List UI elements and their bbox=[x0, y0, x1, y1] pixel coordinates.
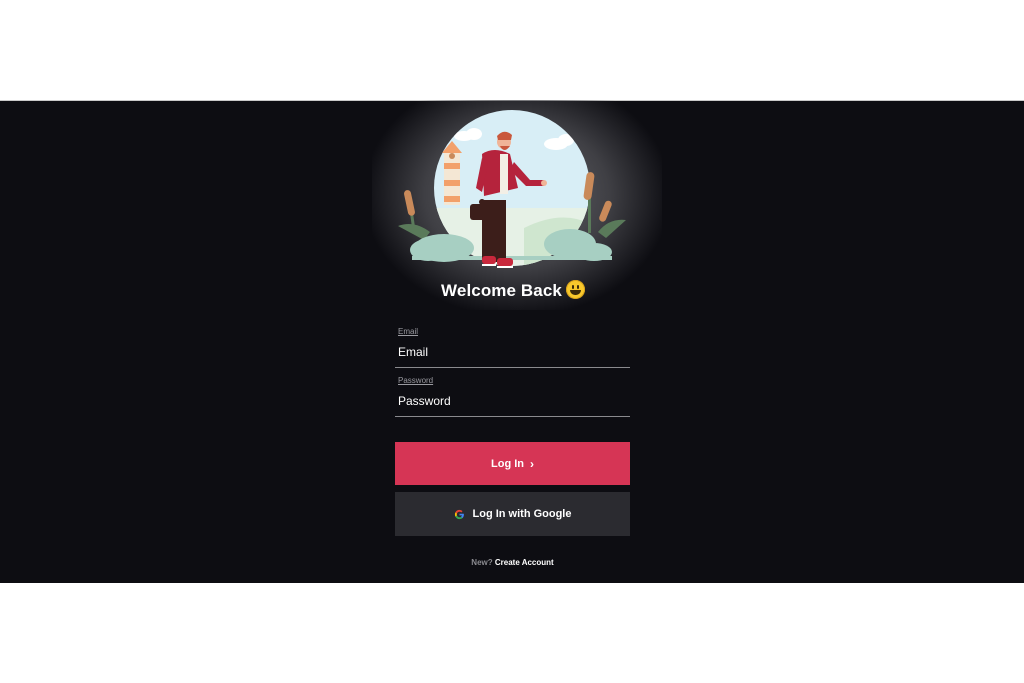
google-login-button[interactable]: Log In with Google bbox=[395, 492, 630, 536]
grinning-face-icon bbox=[565, 280, 585, 299]
title-text: Welcome Back bbox=[441, 281, 562, 300]
password-label: Password bbox=[398, 376, 434, 385]
email-field[interactable]: Email bbox=[395, 327, 631, 368]
google-button-label: Log In with Google bbox=[472, 508, 572, 520]
page-title: Welcome Back bbox=[395, 280, 631, 301]
create-account-link[interactable]: Create Account bbox=[495, 558, 554, 567]
login-button-label: Log In bbox=[491, 457, 524, 470]
password-field[interactable]: Password bbox=[395, 376, 631, 417]
hero-illustration bbox=[398, 110, 626, 268]
password-input[interactable] bbox=[395, 390, 631, 412]
email-input[interactable] bbox=[395, 341, 631, 363]
login-button[interactable]: Log In › bbox=[395, 442, 630, 485]
signup-prompt: New? Create Account bbox=[395, 558, 630, 567]
new-user-text: New? bbox=[471, 558, 493, 567]
chevron-right-icon: › bbox=[530, 456, 534, 471]
email-label: Email bbox=[398, 327, 419, 336]
google-icon bbox=[454, 509, 464, 519]
